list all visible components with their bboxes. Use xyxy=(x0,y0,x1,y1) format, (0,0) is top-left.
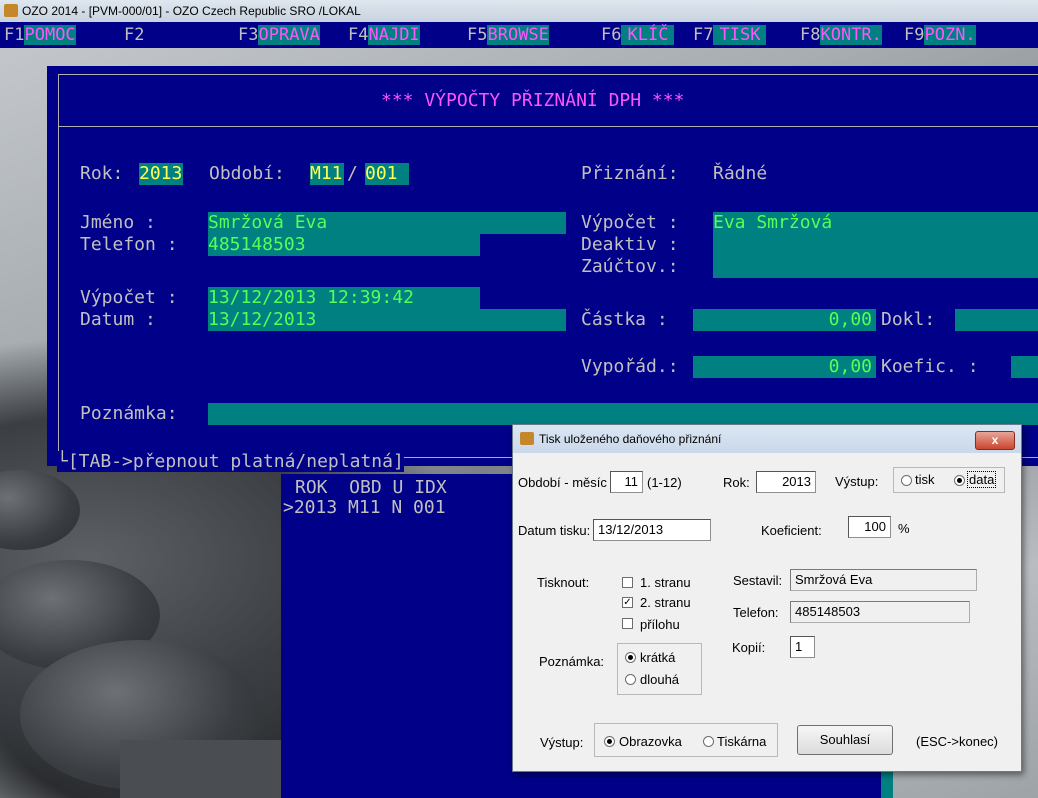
obdobi-number-field[interactable]: 001 xyxy=(365,163,409,185)
rok-label: Rok: xyxy=(80,163,124,184)
menu-f3[interactable]: F3OPRAVA xyxy=(238,22,320,48)
desk-dark-strip xyxy=(120,740,290,798)
vystup-tisk-radio[interactable] xyxy=(901,475,912,486)
castka-label: Částka : xyxy=(581,309,668,330)
koefic-label: Koefic. : xyxy=(881,356,979,377)
menu-f7[interactable]: F7 TISK xyxy=(693,22,767,48)
kopii-input[interactable]: 1 xyxy=(790,636,815,658)
window-title: OZO 2014 - [PVM-000/01] - OZO Czech Repu… xyxy=(22,4,361,18)
sestavil-input[interactable]: Smržová Eva xyxy=(790,569,977,591)
priloha-checkbox[interactable] xyxy=(622,618,633,629)
header-separator xyxy=(58,126,1038,127)
jmeno-field[interactable]: Smržová Eva xyxy=(208,212,566,234)
tisknout-label: Tisknout: xyxy=(537,575,590,590)
vystup2-tiskarna-radio[interactable] xyxy=(703,736,714,747)
menu-f5[interactable]: F5BROWSE xyxy=(467,22,549,48)
obdobi-range: (1-12) xyxy=(647,475,682,490)
menu-f9[interactable]: F9POZN. xyxy=(904,22,976,48)
vystup2-label: Výstup: xyxy=(540,735,584,750)
vystup2-obrazovka-radio[interactable] xyxy=(604,736,615,747)
vystup-label: Výstup: xyxy=(835,474,879,489)
koeficient-unit: % xyxy=(898,521,910,536)
koefic-field[interactable] xyxy=(1011,356,1038,378)
pozn-kratka-radio[interactable] xyxy=(625,652,636,663)
telefon-label: Telefon : xyxy=(80,234,178,255)
vypocet-field[interactable]: 13/12/2013 12:39:42 xyxy=(208,287,480,309)
vystup-data-label: data xyxy=(967,471,997,488)
title-bar: OZO 2014 - [PVM-000/01] - OZO Czech Repu… xyxy=(0,0,1038,23)
datum-tisku-label: Datum tisku: xyxy=(518,523,591,538)
souhlasi-button[interactable]: Souhlasí xyxy=(797,725,893,755)
poznamka-label: Poznámka: xyxy=(80,403,178,424)
close-button[interactable]: x xyxy=(975,431,1015,450)
print-tax-return-dialog: Tisk uloženého daňového přiznání x Obdob… xyxy=(512,424,1022,772)
dialog-icon xyxy=(520,432,534,445)
pozn-kratka-label: krátká xyxy=(640,650,676,665)
poznamka-field[interactable] xyxy=(208,403,1038,425)
zauctov-field[interactable] xyxy=(713,256,1038,278)
telefon-label: Telefon: xyxy=(733,605,779,620)
deaktiv-label: Deaktiv : xyxy=(581,234,679,255)
deaktiv-field[interactable] xyxy=(713,234,1038,256)
stranu2-label: 2. stranu xyxy=(640,595,691,610)
list-row[interactable]: >2013 M11 N 001 xyxy=(283,497,446,518)
vypocet-label: Výpočet : xyxy=(80,287,178,308)
rok-label: Rok: xyxy=(723,475,750,490)
function-key-menubar: F1POMOC F2 F3OPRAVA F4NAJDI F5BROWSE F6 K… xyxy=(0,22,1038,48)
vypocet-by-field[interactable]: Eva Smržová xyxy=(713,212,1038,234)
vystup-data-radio[interactable] xyxy=(954,475,965,486)
poznamka-group: krátká dlouhá xyxy=(617,643,702,695)
vystup2-tiskarna-label: Tiskárna xyxy=(717,734,767,749)
castka-field[interactable]: 0,00 xyxy=(693,309,876,331)
menu-f1[interactable]: F1POMOC xyxy=(4,22,76,48)
vystup-group: tisk data xyxy=(893,467,1005,493)
vystup2-obrazovka-label: Obrazovka xyxy=(619,734,682,749)
stranu1-label: 1. stranu xyxy=(640,575,691,590)
dokl-label: Dokl: xyxy=(881,309,936,330)
pozn-dlouha-label: dlouhá xyxy=(640,672,680,687)
kopii-label: Kopií: xyxy=(732,640,766,655)
priznani-value: Řádné xyxy=(713,163,768,184)
obdobi-label: Období: xyxy=(209,163,285,184)
pozn-dlouha-radio[interactable] xyxy=(625,674,636,685)
obdobi-label: Období - měsíc xyxy=(518,475,607,490)
sestavil-label: Sestavil: xyxy=(733,573,783,588)
dokl-field[interactable] xyxy=(955,309,1038,331)
obdobi-separator: / xyxy=(347,163,358,184)
datum-tisku-input[interactable]: 13/12/2013 xyxy=(593,519,711,541)
koeficient-label: Koeficient: xyxy=(761,523,822,538)
menu-f6[interactable]: F6 KLÍČ xyxy=(601,22,675,48)
priznani-label: Přiznání: xyxy=(581,163,679,184)
vypocet-by-label: Výpočet : xyxy=(581,212,679,233)
stranu2-checkbox[interactable]: ✓ xyxy=(622,597,633,608)
priloha-label: přílohu xyxy=(640,617,680,632)
menu-f2[interactable]: F2 xyxy=(124,22,144,48)
datum-field[interactable]: 13/12/2013 xyxy=(208,309,566,331)
menu-f4[interactable]: F4NAJDI xyxy=(348,22,420,48)
esc-hint: (ESC->konec) xyxy=(916,734,998,749)
obdobi-month-field[interactable]: M11 xyxy=(310,163,344,185)
vystup-tisk-label: tisk xyxy=(915,472,935,487)
poznamka-label: Poznámka: xyxy=(539,654,605,669)
zauctov-label: Zaúčtov.: xyxy=(581,256,679,277)
app-icon xyxy=(4,4,18,17)
telefon-field[interactable]: 485148503 xyxy=(208,234,480,256)
vystup2-group: Obrazovka Tiskárna xyxy=(594,723,778,757)
stranu1-checkbox[interactable] xyxy=(622,577,633,588)
menu-f8[interactable]: F8KONTR. xyxy=(800,22,882,48)
list-header: ROK OBD U IDX xyxy=(295,477,447,498)
telefon-input[interactable]: 485148503 xyxy=(790,601,970,623)
vyporad-label: Vypořád.: xyxy=(581,356,679,377)
obdobi-input[interactable]: 11 xyxy=(610,471,643,493)
rok-field[interactable]: 2013 xyxy=(139,163,183,185)
window-heading: *** VÝPOČTY PŘIZNÁNÍ DPH *** xyxy=(381,90,685,111)
jmeno-label: Jméno : xyxy=(80,212,156,233)
koeficient-input[interactable]: 100 xyxy=(848,516,891,538)
vyporad-field[interactable]: 0,00 xyxy=(693,356,876,378)
dialog-title: Tisk uloženého daňového přiznání xyxy=(539,432,722,446)
tab-hint: └[TAB->přepnout platná/neplatná] xyxy=(57,451,404,472)
dialog-title-bar: Tisk uloženého daňového přiznání xyxy=(513,425,1021,453)
rok-input[interactable]: 2013 xyxy=(756,471,816,493)
datum-label: Datum : xyxy=(80,309,156,330)
